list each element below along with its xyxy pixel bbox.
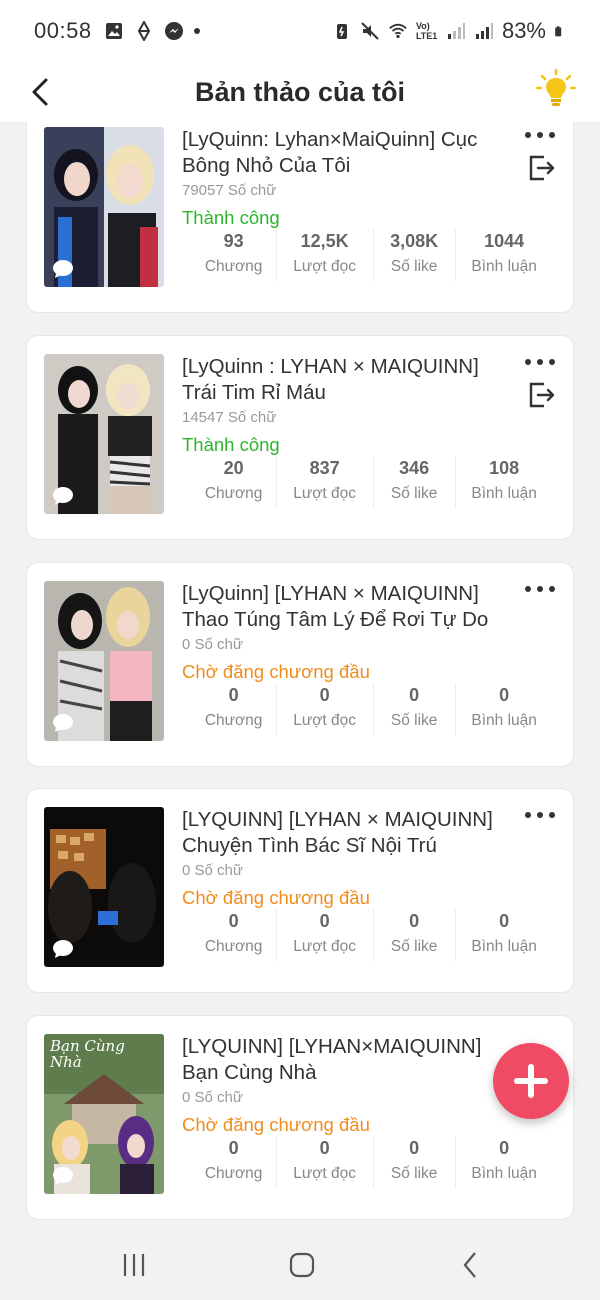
more-options-button[interactable] [525,579,555,599]
draft-stats: 0 Chương 0 Lượt đọc 0 Số like 0 Bình luận [191,1136,553,1188]
system-nav-bar [0,1230,600,1300]
draft-status: Chờ đăng chương đầu [182,887,370,908]
wifi-icon [389,23,407,39]
publish-exit-icon[interactable] [526,380,556,410]
draft-status: Thành công [182,207,280,228]
status-time: 00:58 [34,18,92,43]
stat-comments: 0 Bình luận [455,683,553,735]
more-options-button[interactable] [525,352,555,372]
draft-status: Thành công [182,434,280,455]
word-count: 0 Số chữ [182,636,243,653]
cover-title-text: Bạn Cùng Nhà [50,1037,125,1071]
stat-likes: 346 Số like [372,456,455,508]
word-count: 79057 Số chữ [182,182,277,199]
notification-dot-icon [193,28,200,34]
diamond-icon [137,21,150,41]
stat-likes: 3,08K Số like [372,229,455,281]
draft-title[interactable]: [LyQuinn] [LYHAN × MAIQUINN] Thao Túng T… [182,581,502,633]
network-label: Vo) LTE1 [415,21,438,41]
lightbulb-icon [535,68,577,106]
draft-title[interactable]: [LYQUINN] [LYHAN×MAIQUINN] Bạn Cùng Nhà [182,1034,502,1086]
draft-card[interactable]: Bạn Cùng Nhà [LYQUINN] [LYHAN×MAIQUINN] … [26,1015,574,1220]
book-cover[interactable] [44,354,164,514]
book-cover[interactable]: Bạn Cùng Nhà [44,1034,164,1194]
draft-stats: 0 Chương 0 Lượt đọc 0 Số like 0 Bình luận [191,683,553,735]
signal-icon-2 [475,23,493,39]
draft-title[interactable]: [LyQuinn: Lyhan×MaiQuinn] Cục Bông Nhỏ C… [182,127,502,179]
stat-reads: 0 Lượt đọc [276,683,373,735]
stat-chapters: 0 Chương [204,1138,263,1182]
word-count: 14547 Số chữ [182,409,277,426]
stat-chapters: 20 Chương [204,458,263,502]
stat-likes: 0 Số like [372,1136,455,1188]
plus-icon [514,1064,548,1098]
recent-apps-icon [123,1254,145,1276]
stat-likes: 0 Số like [372,909,455,961]
page-title: Bản thảo của tôi [194,76,405,107]
word-count: 0 Số chữ [182,862,243,879]
battery-icon [555,26,562,37]
comment-bubble-icon [53,940,73,958]
draft-card[interactable]: [LyQuinn: Lyhan×MaiQuinn] Cục Bông Nhỏ C… [26,122,574,313]
stat-comments: 1044 Bình luận [455,229,553,281]
chevron-left-icon [32,78,48,106]
book-cover[interactable] [44,581,164,741]
comment-bubble-icon [53,260,73,278]
stat-chapters: 0 Chương [204,911,263,955]
stat-reads: 0 Lượt đọc [276,909,373,961]
draft-status: Chờ đăng chương đầu [182,1114,370,1135]
home-icon [289,1252,315,1278]
recent-apps-button[interactable] [114,1248,154,1282]
add-draft-button[interactable] [493,1043,569,1119]
stat-reads: 0 Lượt đọc [276,1136,373,1188]
draft-status: Chờ đăng chương đầu [182,661,370,682]
comment-bubble-icon [53,487,73,505]
signal-icon [447,23,465,39]
comment-bubble-icon [53,1167,73,1185]
battery-saver-icon [336,24,347,39]
back-icon [463,1252,476,1278]
comment-bubble-icon [53,714,73,732]
tips-button[interactable] [534,68,578,112]
draft-card[interactable]: [LyQuinn] [LYHAN × MAIQUINN] Thao Túng T… [26,562,574,767]
mute-icon [361,22,379,40]
app-header: Bản thảo của tôi [0,62,600,122]
messenger-icon [164,22,183,40]
nav-back-button[interactable] [450,1248,490,1282]
book-cover[interactable] [44,807,164,967]
draft-card[interactable]: [LYQUINN] [LYHAN × MAIQUINN] Chuyện Tình… [26,788,574,993]
draft-stats: 93 Chương 12,5K Lượt đọc 3,08K Số like 1044… [191,229,553,281]
stat-likes: 0 Số like [372,683,455,735]
publish-exit-icon[interactable] [526,153,556,183]
draft-stats: 20 Chương 837 Lượt đọc 346 Số like 108 Bình … [191,456,553,508]
back-button[interactable] [22,70,58,114]
book-cover[interactable] [44,127,164,287]
stat-comments: 0 Bình luận [455,1136,553,1188]
gallery-icon [105,23,122,39]
stat-comments: 0 Bình luận [455,909,553,961]
stat-comments: 108 Bình luận [455,456,553,508]
word-count: 0 Số chữ [182,1089,243,1106]
battery-percent: 83% [501,18,546,43]
stat-chapters: 0 Chương [204,685,263,729]
draft-card[interactable]: [LyQuinn : LYHAN × MAIQUINN] Trái Tim Rỉ… [26,335,574,540]
status-bar: 00:58 Vo) LTE1 83% [0,0,600,62]
stat-chapters: 93 Chương [204,231,263,275]
stat-reads: 12,5K Lượt đọc [276,229,373,281]
draft-stats: 0 Chương 0 Lượt đọc 0 Số like 0 Bình luận [191,909,553,961]
draft-title[interactable]: [LYQUINN] [LYHAN × MAIQUINN] Chuyện Tình… [182,807,502,859]
stat-reads: 837 Lượt đọc [276,456,373,508]
home-button[interactable] [282,1248,322,1282]
more-options-button[interactable] [525,805,555,825]
draft-title[interactable]: [LyQuinn : LYHAN × MAIQUINN] Trái Tim Rỉ… [182,354,502,406]
more-options-button[interactable] [525,125,555,145]
